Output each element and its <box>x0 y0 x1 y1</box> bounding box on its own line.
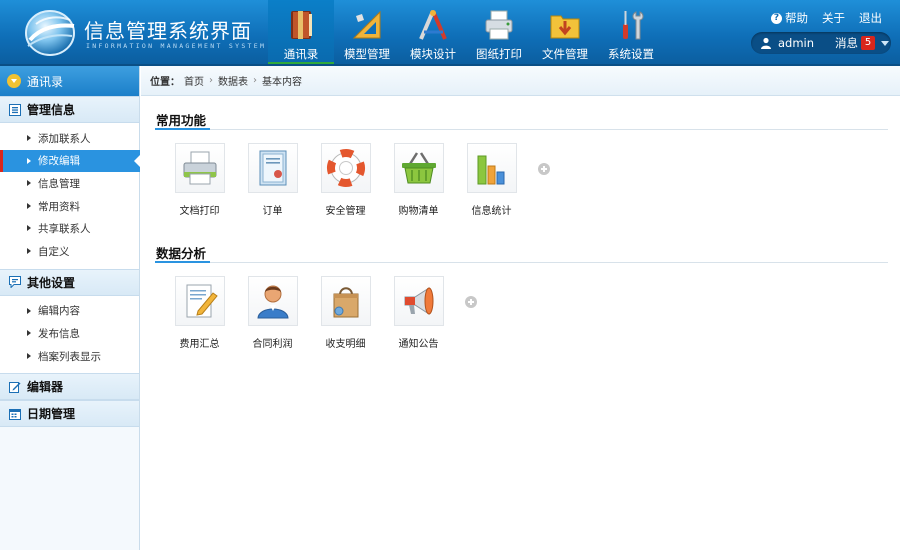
calendar-icon <box>9 408 21 420</box>
tile-grid: 文档打印 订单 安全管理 购物清单 信息统计 <box>155 143 888 217</box>
tile-shopping-list[interactable]: 购物清单 <box>382 143 455 217</box>
active-notch <box>134 154 140 167</box>
tile-info-statistics[interactable]: 信息统计 <box>455 143 528 217</box>
sidebar: 通讯录 管理信息 添加联系人 修改编辑 信息管理 常用资料 共享联系人 自定义 … <box>0 66 140 550</box>
tile-income-expense-detail[interactable]: 收支明细 <box>309 276 382 350</box>
list-icon <box>9 103 21 116</box>
bar-chart-icon <box>477 155 504 185</box>
about-link[interactable]: 关于 <box>822 10 845 26</box>
main-content: 位置： 首页 › 数据表 › 基本内容 常用功能 文档打印 订单 安全管理 购物… <box>141 66 900 550</box>
tile-security-management[interactable]: 安全管理 <box>309 143 382 217</box>
tile-notice[interactable]: 通知公告 <box>382 276 455 350</box>
user-icon <box>256 285 289 319</box>
nav-item-module-design[interactable]: 模块设计 <box>400 0 466 66</box>
sidebar-group-other-settings[interactable]: 其他设置 <box>0 268 139 296</box>
collapse-circle-icon <box>7 74 21 88</box>
printer-icon <box>485 10 513 40</box>
breadcrumb-datatable[interactable]: 数据表 <box>218 73 248 88</box>
help-icon: ? <box>771 12 782 24</box>
sidebar-item-common-docs[interactable]: 常用资料 <box>0 195 139 218</box>
nav-item-file-management[interactable]: 文件管理 <box>532 0 598 66</box>
sidebar-list-other-settings: 编辑内容 发布信息 档案列表显示 <box>0 295 139 374</box>
tile-expense-summary[interactable]: 费用汇总 <box>163 276 236 350</box>
section-title: 数据分析 <box>155 243 888 263</box>
help-link[interactable]: ? 帮助 <box>771 10 808 26</box>
folder-download-icon <box>550 15 580 39</box>
sidebar-item-shared-contacts[interactable]: 共享联系人 <box>0 217 139 240</box>
breadcrumb: 位置： 首页 › 数据表 › 基本内容 <box>141 66 900 96</box>
sidebar-list-manage-info: 添加联系人 修改编辑 信息管理 常用资料 共享联系人 自定义 <box>0 123 140 269</box>
nav-item-model-management[interactable]: 模型管理 <box>334 0 400 66</box>
user-bar: admin 消息 5 <box>751 32 891 54</box>
document-pencil-icon <box>186 284 218 318</box>
sidebar-item-edit-content[interactable]: 编辑内容 <box>0 300 139 323</box>
add-tile-button[interactable] <box>465 296 477 308</box>
section-data-analysis: 数据分析 费用汇总 合同利润 收支明细 通知公告 <box>155 243 888 350</box>
user-name[interactable]: admin <box>778 36 814 50</box>
app-title: 信息管理系统界面 <box>84 19 252 43</box>
tools-icon <box>623 11 644 40</box>
breadcrumb-current: 基本内容 <box>262 77 302 88</box>
chat-icon <box>9 276 21 289</box>
sidebar-item-archive-list[interactable]: 档案列表显示 <box>0 345 139 368</box>
message-count-badge: 5 <box>861 36 876 50</box>
logout-link[interactable]: 退出 <box>859 10 882 26</box>
breadcrumb-separator-icon: › <box>253 75 257 86</box>
breadcrumb-separator-icon: › <box>209 75 213 86</box>
section-title: 常用功能 <box>155 110 888 130</box>
nav-item-address-book[interactable]: 通讯录 <box>268 0 334 66</box>
sidebar-group-manage-info[interactable]: 管理信息 <box>0 96 139 123</box>
top-nav: 通讯录 模型管理 模块设计 图纸打印 文件管理 系统设置 <box>268 0 664 66</box>
breadcrumb-home[interactable]: 首页 <box>184 73 204 88</box>
top-links: ? 帮助 关于 退出 <box>771 10 882 26</box>
ruler-triangle-icon <box>352 10 381 39</box>
nav-item-system-settings[interactable]: 系统设置 <box>598 0 664 66</box>
section-common-functions: 常用功能 文档打印 订单 安全管理 购物清单 信息统计 <box>155 110 888 217</box>
add-tile-button[interactable] <box>538 163 550 175</box>
shopping-basket-icon <box>401 152 436 184</box>
shopping-bag-icon <box>333 287 358 318</box>
sidebar-group-date-manage[interactable]: 日期管理 <box>0 400 139 428</box>
megaphone-icon <box>404 287 433 315</box>
drafting-tools-icon <box>419 10 447 40</box>
breadcrumb-label: 位置： <box>150 77 180 88</box>
logo-globe-icon <box>25 10 75 56</box>
sidebar-item-add-contact[interactable]: 添加联系人 <box>0 127 139 150</box>
lifebuoy-icon <box>326 149 365 187</box>
tile-contract-profit[interactable]: 合同利润 <box>236 276 309 350</box>
sidebar-item-publish-info[interactable]: 发布信息 <box>0 322 139 345</box>
address-book-icon <box>291 11 312 39</box>
tile-document-print[interactable]: 文档打印 <box>163 143 236 217</box>
user-icon <box>761 37 771 49</box>
nav-item-drawing-print[interactable]: 图纸打印 <box>466 0 532 66</box>
certificate-icon <box>259 150 286 186</box>
edit-icon <box>9 381 21 393</box>
sidebar-item-custom[interactable]: 自定义 <box>0 240 139 263</box>
tile-order[interactable]: 订单 <box>236 143 309 217</box>
tile-grid: 费用汇总 合同利润 收支明细 通知公告 <box>155 276 888 350</box>
app-subtitle: INFORMATION MANAGEMENT SYSTEM GUI <box>86 42 292 50</box>
sidebar-item-edit[interactable]: 修改编辑 <box>0 149 140 173</box>
messages-link[interactable]: 消息 <box>835 35 858 51</box>
sidebar-group-editor[interactable]: 编辑器 <box>0 373 139 401</box>
chevron-down-icon[interactable] <box>881 40 890 46</box>
printer-icon <box>183 151 216 185</box>
sidebar-item-info-manage[interactable]: 信息管理 <box>0 172 139 195</box>
app-header: 信息管理系统界面 INFORMATION MANAGEMENT SYSTEM G… <box>0 0 900 66</box>
sidebar-header[interactable]: 通讯录 <box>0 66 139 96</box>
